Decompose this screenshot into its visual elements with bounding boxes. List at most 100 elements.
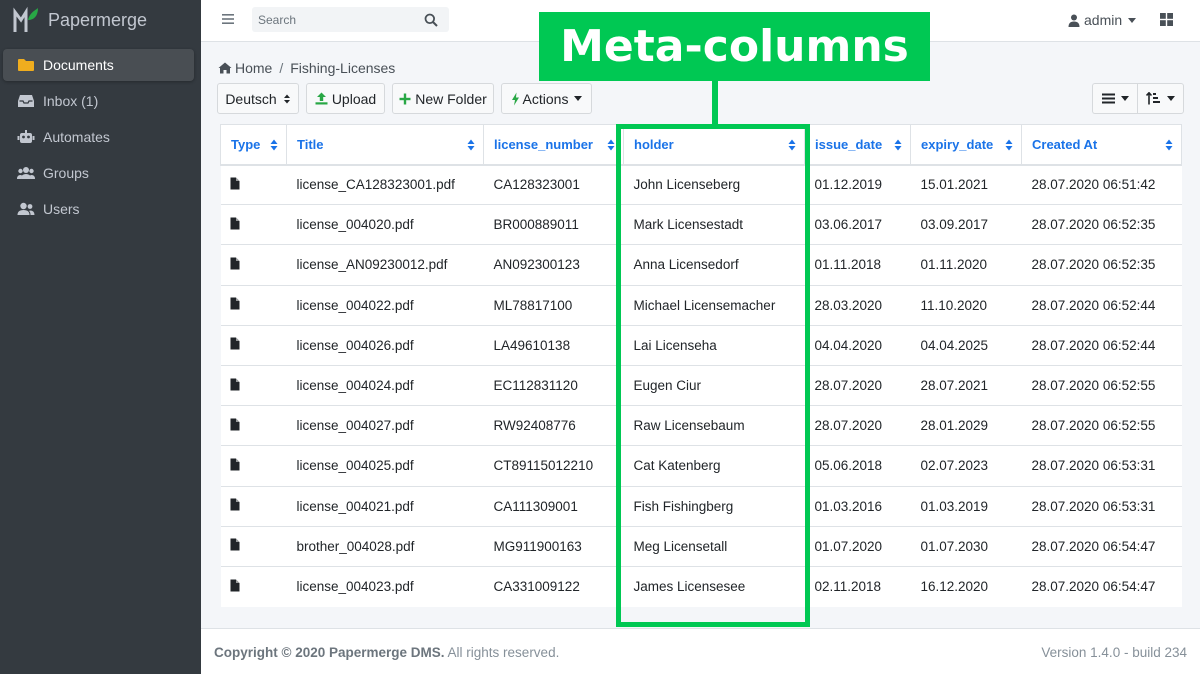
- table-row[interactable]: license_004020.pdf BR000889011 Mark Licens…: [220, 204, 1182, 245]
- cell-issue-date: 28.07.2020: [804, 405, 911, 446]
- sort-icon[interactable]: [788, 139, 796, 151]
- table-row[interactable]: license_CA128323001.pdf CA128323001 John L…: [220, 163, 1182, 205]
- cell-created-at: 28.07.2020 06:52:55: [1021, 364, 1182, 406]
- cell-created-at: 28.07.2020 06:51:42: [1021, 163, 1182, 205]
- sort-icon[interactable]: [1005, 139, 1013, 151]
- breadcrumb: Home / Fishing-Licenses: [218, 60, 395, 76]
- cell-created-at: 28.07.2020 06:53:31: [1021, 485, 1182, 527]
- column-header-expiry-date[interactable]: expiry_date: [910, 124, 1022, 166]
- sort-icon[interactable]: [607, 139, 615, 151]
- table-row[interactable]: license_AN09230012.pdf AN092300123 Anna Li…: [220, 244, 1182, 286]
- cell-expiry-date: 01.11.2020: [910, 244, 1022, 286]
- cell-issue-date: 02.11.2018: [804, 565, 911, 607]
- user-icon: [1068, 14, 1080, 27]
- sort-icon[interactable]: [467, 139, 475, 151]
- cell-issue-date: 28.07.2020: [804, 364, 911, 406]
- column-header-issue-date[interactable]: issue_date: [804, 124, 911, 166]
- search-icon[interactable]: [424, 13, 438, 27]
- cell-created-at: 28.07.2020 06:53:31: [1021, 445, 1182, 486]
- apps-grid-icon[interactable]: [1160, 13, 1173, 26]
- cell-created-at: 28.07.2020 06:52:44: [1021, 324, 1182, 366]
- column-header-title[interactable]: Title: [286, 124, 484, 166]
- cell-title[interactable]: license_004022.pdf: [286, 284, 484, 326]
- cell-expiry-date: 04.04.2025: [910, 324, 1022, 366]
- file-icon: [230, 579, 239, 592]
- sidebar-item-automates[interactable]: Automates: [3, 121, 194, 153]
- annotation-connector: [712, 80, 718, 125]
- cell-title[interactable]: brother_004028.pdf: [286, 525, 484, 567]
- upload-icon: [315, 92, 328, 105]
- cell-license-number: LA49610138: [483, 324, 624, 366]
- cell-issue-date: 01.11.2018: [804, 244, 911, 286]
- column-header-created-at[interactable]: Created At: [1021, 124, 1182, 166]
- cell-title[interactable]: license_004021.pdf: [286, 485, 484, 527]
- cell-type: [220, 244, 287, 286]
- cell-title[interactable]: license_004023.pdf: [286, 565, 484, 607]
- sidebar: Papermerge Documents Inbox (1) Automates…: [0, 0, 201, 674]
- table-row[interactable]: brother_004028.pdf MG911900163 Meg License…: [220, 525, 1182, 567]
- table-row[interactable]: license_004026.pdf LA49610138 Lai Licenseh…: [220, 324, 1182, 366]
- hamburger-menu-icon[interactable]: [221, 12, 235, 26]
- column-header-type[interactable]: Type: [220, 124, 287, 166]
- cell-type: [220, 324, 287, 366]
- table-row[interactable]: license_004022.pdf ML78817100 Michael Lice…: [220, 284, 1182, 326]
- view-mode-dropdown[interactable]: [1092, 83, 1137, 114]
- language-select[interactable]: Deutsch: [217, 83, 299, 114]
- chevron-down-icon: [574, 96, 583, 101]
- cell-holder: Mark Licensestadt: [623, 204, 805, 245]
- sidebar-item-label: Documents: [43, 57, 114, 73]
- file-icon: [230, 378, 239, 391]
- sort-dropdown[interactable]: [1137, 83, 1184, 114]
- cell-title[interactable]: license_004026.pdf: [286, 324, 484, 366]
- column-header-license-number[interactable]: license_number: [483, 124, 624, 166]
- table-row[interactable]: license_004021.pdf CA111309001 Fish Fishin…: [220, 485, 1182, 527]
- cell-title[interactable]: license_AN09230012.pdf: [286, 244, 484, 286]
- cell-type: [220, 485, 287, 527]
- language-label: Deutsch: [225, 90, 277, 107]
- column-header-holder[interactable]: holder: [623, 124, 805, 166]
- brand[interactable]: Papermerge: [0, 0, 201, 40]
- chevron-down-icon: [1167, 96, 1175, 101]
- sidebar-item-inbox[interactable]: Inbox (1): [3, 85, 194, 117]
- sidebar-item-groups[interactable]: Groups: [3, 157, 194, 189]
- table-row[interactable]: license_004025.pdf CT89115012210 Cat Katen…: [220, 445, 1182, 486]
- cell-holder: Anna Licensedorf: [623, 244, 805, 286]
- cell-title[interactable]: license_004027.pdf: [286, 405, 484, 446]
- breadcrumb-home[interactable]: Home: [235, 60, 272, 76]
- upload-button[interactable]: Upload: [306, 83, 385, 114]
- cell-title[interactable]: license_CA128323001.pdf: [286, 163, 484, 205]
- new-folder-button[interactable]: New Folder: [392, 83, 494, 114]
- upload-label: Upload: [331, 90, 377, 107]
- search-input[interactable]: [252, 12, 422, 27]
- sidebar-item-label: Automates: [43, 129, 110, 145]
- sidebar-item-users[interactable]: Users: [3, 193, 194, 225]
- annotation-label: Meta-columns: [539, 12, 930, 81]
- column-header-label: Created At: [1032, 136, 1098, 152]
- cell-title[interactable]: license_004025.pdf: [286, 445, 484, 486]
- cell-license-number: EC112831120: [483, 364, 624, 406]
- cell-license-number: CA111309001: [483, 485, 624, 527]
- cell-expiry-date: 16.12.2020: [910, 565, 1022, 607]
- actions-dropdown[interactable]: Actions: [501, 83, 592, 114]
- cell-title[interactable]: license_004024.pdf: [286, 364, 484, 406]
- cell-title[interactable]: license_004020.pdf: [286, 204, 484, 245]
- folder-icon: [18, 59, 34, 71]
- column-header-label: expiry_date: [921, 136, 994, 152]
- cell-expiry-date: 03.09.2017: [910, 204, 1022, 245]
- sort-icon[interactable]: [894, 139, 902, 151]
- cell-created-at: 28.07.2020 06:54:47: [1021, 525, 1182, 567]
- cell-license-number: CA128323001: [483, 163, 624, 205]
- file-icon: [230, 458, 239, 471]
- sort-icon[interactable]: [270, 139, 278, 151]
- copyright-brand[interactable]: Papermerge DMS.: [329, 645, 445, 660]
- sidebar-item-documents[interactable]: Documents: [3, 49, 194, 81]
- table-row[interactable]: license_004024.pdf EC112831120 Eugen Ciur 2…: [220, 364, 1182, 406]
- cell-holder: Eugen Ciur: [623, 364, 805, 406]
- breadcrumb-current[interactable]: Fishing-Licenses: [290, 60, 395, 76]
- table-row[interactable]: license_004027.pdf RW92408776 Raw Licenseb…: [220, 405, 1182, 446]
- file-icon: [230, 217, 239, 230]
- table-row[interactable]: license_004023.pdf CA331009122 James Licen…: [220, 565, 1182, 607]
- sort-icon[interactable]: [1165, 139, 1173, 151]
- user-menu[interactable]: admin: [1068, 12, 1137, 28]
- sort-updown-icon: [283, 94, 290, 103]
